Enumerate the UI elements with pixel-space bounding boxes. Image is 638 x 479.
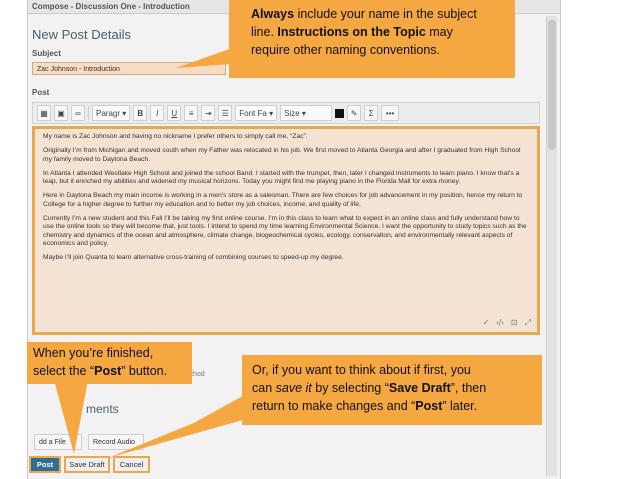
callout-line: line. Instructions on the Topic may bbox=[251, 23, 493, 41]
callout-bold-text: Always bbox=[251, 7, 295, 21]
callout-text: line. bbox=[251, 25, 278, 39]
callout-line: require other naming conventions. bbox=[251, 43, 441, 57]
callout-text: may bbox=[425, 25, 453, 39]
callout-text: select the “ bbox=[33, 364, 95, 378]
callout-line: Always include your name in the subject bbox=[251, 5, 493, 23]
callout-text: can bbox=[252, 381, 276, 395]
callout-text: return to make changes and “ bbox=[252, 399, 416, 413]
callout-text: ” later. bbox=[442, 399, 478, 413]
save-draft-tip-callout: Or, if you want to think about if first,… bbox=[242, 355, 542, 425]
post-tip-callout: When you’re finished, select the “Post” … bbox=[27, 342, 192, 384]
callout-bold-text: Instructions on the Topic bbox=[277, 25, 426, 39]
callout-italic-text: save it bbox=[275, 381, 312, 395]
callout-line: return to make changes and “Post” later. bbox=[252, 397, 532, 415]
callout-line: select the “Post” button. bbox=[33, 362, 186, 380]
callout-bold-text: Post bbox=[94, 364, 122, 378]
callout-bold-text: Post bbox=[415, 399, 443, 413]
subject-tip-callout: Always include your name in the subject … bbox=[229, 0, 515, 78]
top-callout-pointer bbox=[176, 48, 232, 68]
callout-text: by selecting “ bbox=[311, 381, 389, 395]
left-callout-pointer bbox=[54, 380, 88, 454]
right-callout-pointer-draft bbox=[108, 400, 250, 458]
callout-line: When you’re finished, bbox=[33, 346, 154, 360]
callout-text: ”, then bbox=[450, 381, 487, 395]
callout-line: can save it by selecting “Save Draft”, t… bbox=[252, 379, 532, 397]
callout-text: include your name in the subject bbox=[294, 7, 477, 21]
callout-line: Or, if you want to think about if first,… bbox=[252, 363, 471, 377]
callout-bold-text: Save Draft bbox=[388, 381, 451, 395]
callout-text: ” button. bbox=[121, 364, 168, 378]
